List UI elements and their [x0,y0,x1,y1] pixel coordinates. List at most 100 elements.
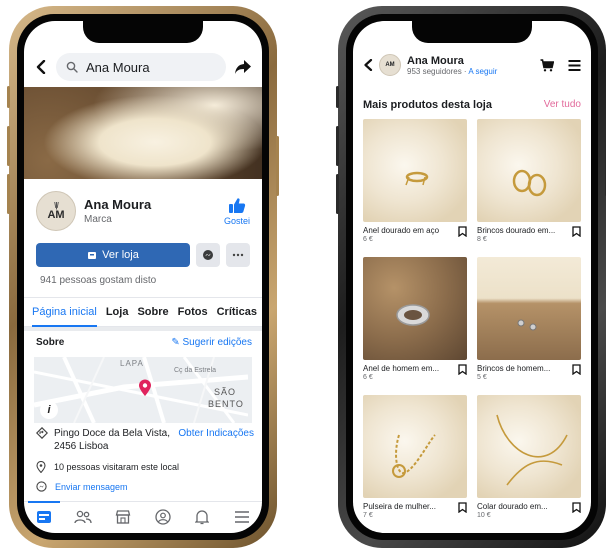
tab-reviews[interactable]: Críticas [217,306,257,318]
page-category: Marca [84,214,112,225]
get-directions-link[interactable]: Obter Indicações [178,427,254,440]
address-text: Pingo Doce da Bela Vista, 2456 Lisboa [54,428,171,452]
search-input[interactable]: Ana Moura [56,53,226,81]
about-header: Sobre ✎ Sugerir edições [36,337,252,348]
volume-down-button [7,174,10,214]
nav-friends[interactable] [73,507,93,527]
view-shop-button[interactable]: Ver loja [36,243,190,267]
followers-count: 953 seguidores · [407,66,469,76]
volume-up-button [336,126,339,166]
product-card[interactable]: Brincos dourado em... 8 € [477,119,581,257]
nav-home[interactable] [27,500,60,527]
nav-profile[interactable] [153,507,173,527]
share-icon[interactable] [234,59,252,75]
mute-switch [336,86,339,108]
shop-avatar[interactable]: AM [379,54,401,76]
pencil-icon: ✎ [171,337,183,348]
signet-ring-icon [396,304,430,326]
product-name: Brincos dourado em... [477,226,556,235]
nav-notifications[interactable] [192,507,212,527]
see-all-link[interactable]: Ver tudo [544,99,581,111]
visits-text: 10 pessoas visitaram este local [54,462,180,472]
hamburger-menu-icon[interactable] [568,59,581,72]
product-card[interactable]: Anel de homem em... 6 € [363,257,467,395]
product-image[interactable] [363,395,467,498]
back-arrow-icon[interactable] [363,59,373,71]
cover-photo[interactable] [24,87,262,179]
following-link[interactable]: A seguir [468,67,497,76]
product-name: Anel dourado em aço [363,226,440,235]
messenger-button[interactable] [196,243,220,267]
bezel: AM Ana Moura 953 seguidores · A seguir M… [346,14,598,540]
location-map[interactable]: LAPA Cç da Estrela SÃO BENTO i [34,357,252,423]
notifications-icon [195,509,210,524]
top-bar: Ana Moura [24,47,262,87]
product-meta: Brincos dourado em... 8 € [477,226,581,243]
tab-shop[interactable]: Loja [106,306,129,318]
shop-icon [87,250,97,260]
product-price: 10 € [477,512,491,519]
bookmark-icon[interactable] [458,226,467,237]
necklace-icon [496,414,568,486]
profile-icon [155,508,171,525]
map-label-street: Cç da Estrela [174,367,217,374]
messenger-icon [202,249,214,261]
product-image[interactable] [363,119,467,222]
bookmark-icon[interactable] [572,364,581,375]
cart-icon[interactable] [540,58,554,72]
action-row: Ver loja [36,243,250,267]
products-section-header: Mais produtos desta loja Ver tudo [363,99,581,111]
page-name-block: Ana Moura Marca [84,197,151,225]
earrings-icon [512,169,547,197]
product-meta: Anel de homem em... 6 € [363,364,467,381]
ring-icon [405,171,429,186]
product-price: 8 € [477,236,487,243]
friends-icon [74,510,93,523]
products-section-title: Mais produtos desta loja [363,99,492,111]
product-card[interactable]: Colar dourado em... 10 € [477,395,581,533]
bookmark-icon[interactable] [458,364,467,375]
avatar[interactable]: \|/ AM [36,191,76,231]
shop-avatar-initials: AM [385,62,395,68]
page-tabs: Página inicial Loja Sobre Fotos Críticas [24,297,262,327]
send-message-row[interactable]: Enviar mensagem [36,481,254,492]
tab-home[interactable]: Página inicial [32,298,97,327]
back-arrow-icon[interactable] [34,60,48,74]
nav-menu[interactable] [232,507,252,527]
product-price: 7 € [363,512,373,519]
product-image[interactable] [477,395,581,498]
suggest-edits-label: Sugerir edições [182,337,252,348]
notch [412,21,532,43]
bookmark-icon[interactable] [458,502,467,513]
map-info-icon[interactable]: i [40,401,58,419]
more-options-button[interactable] [226,243,250,267]
product-image[interactable] [477,257,581,360]
like-button[interactable]: Gostei [224,197,250,226]
tab-photos[interactable]: Fotos [178,306,208,318]
address-row: Pingo Doce da Bela Vista, 2456 Lisboa Ob… [36,427,254,453]
product-name: Brincos de homem... [477,364,551,373]
home-icon [36,510,51,523]
product-image[interactable] [363,257,467,360]
product-image[interactable] [477,119,581,222]
product-card[interactable]: Pulseira de mulher... 7 € [363,395,467,533]
product-meta: Anel dourado em aço 6 € [363,226,467,243]
product-grid: Anel dourado em aço 6 € Brincos dourado … [363,119,581,533]
tab-about[interactable]: Sobre [137,306,168,318]
directions-icon [36,427,48,439]
nav-marketplace[interactable] [113,507,133,527]
product-card[interactable]: Anel dourado em aço 6 € [363,119,467,257]
suggest-edits-link[interactable]: ✎ Sugerir edições [171,337,252,348]
mute-switch [7,86,10,108]
product-card[interactable]: Brincos de homem... 5 € [477,257,581,395]
product-meta: Pulseira de mulher... 7 € [363,502,467,519]
thumbs-up-icon [228,197,246,214]
product-price: 6 € [363,374,373,381]
likes-count: 941 pessoas gostam disto [40,275,157,286]
shop-name-block: Ana Moura 953 seguidores · A seguir [407,55,497,76]
about-heading: Sobre [36,337,65,348]
bookmark-icon[interactable] [572,502,581,513]
bookmark-icon[interactable] [572,226,581,237]
shop-header: AM Ana Moura 953 seguidores · A seguir [353,43,591,87]
map-label-lapa: LAPA [120,359,144,368]
